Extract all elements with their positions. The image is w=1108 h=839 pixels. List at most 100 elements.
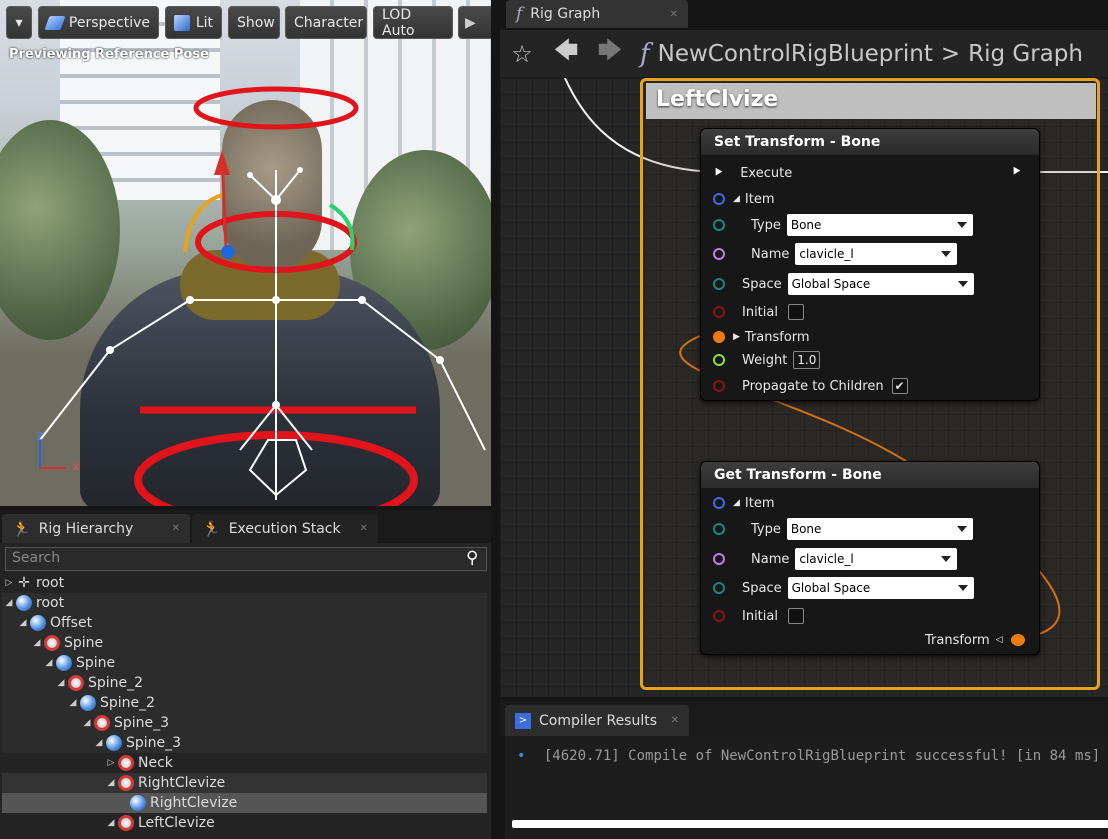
item-pin[interactable] — [713, 193, 725, 205]
collapse-triangle-icon[interactable]: ◢ — [94, 738, 104, 748]
comment-title[interactable]: LeftClvize — [646, 83, 1096, 119]
perspective-button[interactable]: Perspective — [38, 6, 159, 39]
collapse-triangle-icon[interactable]: ◢ — [68, 698, 78, 708]
tree-row-label: Spine_2 — [100, 695, 156, 711]
tree-row[interactable]: ◢ Spine_3 — [2, 733, 487, 753]
exec-out-pin-icon[interactable]: ⯈ — [1011, 164, 1022, 180]
name-pin[interactable] — [713, 553, 725, 565]
item-pin[interactable] — [713, 497, 725, 509]
transform-out-pin-row[interactable]: Transform ◁ — [925, 629, 1033, 651]
initial-pin-row: Initial — [713, 301, 804, 323]
weight-pin[interactable] — [713, 354, 725, 366]
tab-execution-stack[interactable]: 🏃 Execution Stack ✕ — [192, 514, 378, 543]
initial-pin[interactable] — [713, 306, 725, 318]
tree-row[interactable]: ◢ Spine — [2, 653, 487, 673]
initial-pin[interactable] — [713, 610, 725, 622]
propagate-checkbox[interactable]: ✔ — [891, 378, 908, 394]
show-button[interactable]: Show — [228, 6, 280, 39]
hierarchy-search-input[interactable]: Search — [5, 547, 487, 571]
tab-rig-hierarchy[interactable]: 🏃 Rig Hierarchy ✕ — [2, 514, 190, 543]
rig-graph-editor[interactable]: ☆ 🡄 🡆 f NewControlRigBlueprint > Rig Gra… — [500, 30, 1108, 697]
type-value: Bone — [790, 522, 822, 536]
expand-triangle-icon[interactable]: ▷ — [4, 578, 14, 588]
lit-label: Lit — [195, 14, 213, 31]
collapse-triangle-icon[interactable]: ◢ — [106, 778, 116, 788]
character-button[interactable]: Character — [285, 6, 367, 39]
collapse-triangle-icon[interactable]: ◢ — [32, 638, 42, 648]
compiler-log-icon: > — [515, 712, 531, 729]
tree-row[interactable]: ◢ RightClevize — [2, 773, 487, 793]
collapse-triangle-icon[interactable]: ◢ — [44, 658, 54, 668]
breadcrumb-blueprint[interactable]: NewControlRigBlueprint — [658, 41, 933, 67]
tree-row[interactable]: ◢ Spine — [2, 633, 487, 653]
get-transform-bone-node[interactable]: Get Transform - Bone ◢ Item Type Bone Na… — [700, 461, 1040, 655]
tree-row[interactable]: ◢ Spine_2 — [2, 693, 487, 713]
star-icon: ☆ — [511, 39, 533, 68]
tree-row[interactable]: ◢ Spine_2 — [2, 673, 487, 693]
favorite-star-button[interactable]: ☆ — [500, 30, 544, 78]
search-icon[interactable]: ⚲ — [466, 548, 478, 568]
execute-pin-row[interactable]: ⯈ Execute — [713, 162, 792, 184]
compiler-results-log[interactable]: • [4620.71] Compile of NewControlRigBlue… — [505, 736, 1108, 839]
lit-cube-icon — [174, 14, 190, 31]
name-dropdown[interactable]: clavicle_l — [795, 243, 958, 265]
expand-triangle-icon[interactable]: ◢ — [733, 498, 740, 508]
name-dropdown[interactable]: clavicle_l — [795, 548, 958, 570]
tree-row[interactable]: ▷ Neck — [2, 753, 487, 773]
space-dropdown[interactable]: Global Space — [787, 273, 974, 295]
running-figure-icon: 🏃 — [202, 519, 221, 538]
collapse-triangle-icon[interactable]: ◢ — [18, 618, 28, 628]
tab-compiler-results[interactable]: > Compiler Results ✕ — [505, 705, 689, 736]
tree-row[interactable]: ◢ Spine_3 — [2, 713, 487, 733]
weight-input[interactable]: 1.0 — [793, 351, 821, 369]
play-speed-button[interactable]: ▶ — [458, 6, 491, 39]
transform-out-pin[interactable] — [1010, 634, 1025, 646]
bone-icon — [80, 695, 96, 711]
tab-close-icon[interactable]: ✕ — [172, 523, 180, 534]
rig-hierarchy-tree[interactable]: Search ⚲ ▷ ✛ root ◢ root ◢ Offset ◢ Spin… — [0, 543, 491, 839]
collapse-triangle-icon[interactable]: ◢ — [56, 678, 66, 688]
exec-in-pin-icon[interactable]: ⯈ — [713, 165, 724, 181]
propagate-pin[interactable] — [713, 380, 725, 392]
tree-row[interactable]: ▷ ✛ root — [2, 573, 487, 593]
type-pin[interactable] — [713, 523, 725, 535]
tree-row-selected[interactable]: RightClevize — [2, 793, 487, 813]
breadcrumb-graph[interactable]: Rig Graph — [968, 41, 1083, 67]
set-transform-bone-node[interactable]: Set Transform - Bone ⯈ Execute ⯈ ◢ Item … — [700, 128, 1040, 401]
initial-checkbox[interactable] — [787, 608, 804, 624]
collapse-triangle-icon[interactable]: ◢ — [106, 818, 116, 828]
collapse-triangle-icon[interactable]: ◢ — [4, 598, 14, 608]
preview-viewport[interactable]: Z X ▾ Perspective Lit Show Character LOD… — [0, 0, 491, 506]
collapse-triangle-icon[interactable]: ◁ — [996, 635, 1003, 645]
expand-triangle-icon[interactable]: ▷ — [106, 758, 116, 768]
item-pin-row[interactable]: ◢ Item — [713, 492, 775, 514]
name-pin[interactable] — [713, 248, 725, 260]
lod-button[interactable]: LOD Auto — [373, 6, 453, 39]
transform-pin[interactable] — [713, 331, 725, 343]
lit-button[interactable]: Lit — [165, 6, 222, 39]
collapse-triangle-icon[interactable]: ◢ — [82, 718, 92, 728]
viewport-options-button[interactable]: ▾ — [6, 6, 32, 39]
item-pin-row[interactable]: ◢ Item — [713, 188, 775, 210]
tab-close-icon[interactable]: ✕ — [670, 9, 678, 20]
type-pin[interactable] — [713, 219, 725, 231]
space-pin[interactable] — [713, 582, 725, 594]
type-dropdown[interactable]: Bone — [786, 214, 973, 236]
transform-pin-row[interactable]: ▶ Transform — [713, 326, 810, 348]
tab-close-icon[interactable]: ✕ — [671, 715, 679, 726]
expand-triangle-icon[interactable]: ▶ — [733, 332, 740, 342]
tree-row[interactable]: ◢ root — [2, 593, 487, 613]
initial-checkbox[interactable] — [787, 304, 804, 320]
type-dropdown[interactable]: Bone — [786, 518, 973, 540]
forward-button[interactable]: 🡆 — [588, 30, 632, 78]
space-pin[interactable] — [713, 278, 725, 290]
tab-close-icon[interactable]: ✕ — [360, 523, 368, 534]
compiler-message-row[interactable]: • [4620.71] Compile of NewControlRigBlue… — [517, 748, 1100, 764]
back-button[interactable]: 🡄 — [544, 30, 588, 78]
space-dropdown[interactable]: Global Space — [787, 577, 974, 599]
tab-rig-graph[interactable]: f Rig Graph ✕ — [506, 0, 688, 28]
tree-row[interactable]: ◢ LeftClevize — [2, 813, 487, 833]
expand-triangle-icon[interactable]: ◢ — [733, 194, 740, 204]
horizontal-scrollbar[interactable] — [512, 820, 1108, 828]
tree-row[interactable]: ◢ Offset — [2, 613, 487, 633]
